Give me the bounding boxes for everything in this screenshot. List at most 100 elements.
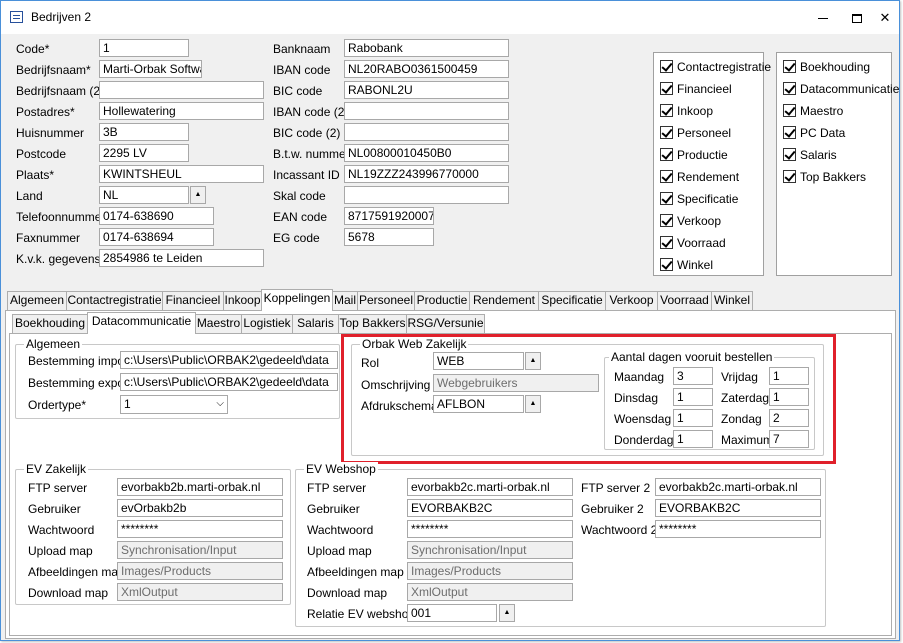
module-checkbox[interactable]: Personeel: [660, 126, 731, 142]
ordertype-dropdown[interactable]: 1 ⌵: [120, 395, 228, 414]
text-field[interactable]: 8717591920007: [344, 207, 434, 225]
bedrijven-window: Bedrijven 2 ✕ Code* 1 Bedrijfsnaam* Marti-O…: [0, 0, 900, 641]
tab-logistiek[interactable]: Logistiek: [241, 314, 293, 333]
field-label: BIC code: [273, 84, 323, 98]
ev-zakelijk-label: FTP server: [28, 481, 88, 495]
tab-specificatie[interactable]: Specificatie: [538, 291, 606, 310]
window-title: Bedrijven 2: [31, 10, 92, 24]
ev-webshop-field[interactable]: EVORBAKB2C: [655, 499, 821, 517]
tab-mail[interactable]: Mail: [332, 291, 358, 310]
module-checkbox[interactable]: Contactregistratie: [660, 60, 771, 76]
tab-inkoop[interactable]: Inkoop: [223, 291, 262, 310]
ev-webshop-field[interactable]: ********: [655, 520, 821, 538]
module-checkbox[interactable]: Maestro: [783, 104, 843, 120]
ev-webshop-field[interactable]: 001: [407, 604, 497, 622]
checkbox-checked-icon: [783, 148, 796, 161]
module-checkbox[interactable]: Inkoop: [660, 104, 713, 120]
field-label: Plaats*: [16, 168, 55, 182]
text-field[interactable]: Rabobank: [344, 39, 509, 57]
checkbox-checked-icon: [660, 192, 673, 205]
field-label: B.t.w. nummer: [273, 147, 350, 161]
text-field[interactable]: 1: [99, 39, 189, 57]
land-lookup-button[interactable]: ▲: [190, 186, 206, 204]
text-field[interactable]: KWINTSHEUL: [99, 165, 264, 183]
tab-salaris[interactable]: Salaris: [292, 314, 339, 333]
field-label: Faxnummer: [16, 231, 81, 245]
bestemming-export-field[interactable]: c:\Users\Public\ORBAK2\gedeeld\data: [120, 373, 338, 391]
module-checkbox[interactable]: Verkoop: [660, 214, 721, 230]
module-checkbox[interactable]: Specificatie: [660, 192, 738, 208]
module-checkbox[interactable]: PC Data: [783, 126, 845, 142]
tab-voorraad[interactable]: Voorraad: [657, 291, 712, 310]
ev-webshop-field[interactable]: evorbakb2c.marti-orbak.nl: [655, 478, 821, 496]
tab-algemeen[interactable]: Algemeen: [7, 291, 67, 310]
tab-verkoop[interactable]: Verkoop: [605, 291, 658, 310]
tab-boekhouding[interactable]: Boekhouding: [12, 314, 88, 333]
minimize-icon: [818, 18, 828, 20]
bestemming-export-label: Bestemming export: [28, 376, 132, 390]
module-label: Datacommunicatie: [800, 82, 900, 96]
text-field[interactable]: 3B: [99, 123, 189, 141]
minimize-button[interactable]: [809, 5, 837, 31]
tab-maestro[interactable]: Maestro: [195, 314, 242, 333]
module-checkbox[interactable]: Financieel: [660, 82, 732, 98]
ev-zakelijk-field[interactable]: evOrbakb2b: [117, 499, 283, 517]
module-label: Top Bakkers: [800, 170, 867, 184]
text-field[interactable]: NL: [99, 186, 189, 204]
tab-datacommunicatie[interactable]: Datacommunicatie: [87, 312, 196, 334]
module-checkbox[interactable]: Datacommunicatie: [783, 82, 899, 98]
text-field[interactable]: NL19ZZZ243996770000: [344, 165, 509, 183]
text-field[interactable]: [344, 102, 509, 120]
tab-financieel[interactable]: Financieel: [162, 291, 224, 310]
text-field[interactable]: [344, 186, 509, 204]
text-field[interactable]: 0174-638694: [99, 228, 214, 246]
close-button[interactable]: ✕: [871, 5, 899, 31]
ev-webshop-label: Relatie EV webshop: [307, 607, 416, 621]
text-field[interactable]: [344, 123, 509, 141]
checkbox-checked-icon: [660, 104, 673, 117]
tab-koppelingen[interactable]: Koppelingen: [261, 289, 333, 311]
text-field[interactable]: 0174-638690: [99, 207, 214, 225]
ev-zakelijk-field[interactable]: ********: [117, 520, 283, 538]
tab-contactregistratie[interactable]: Contactregistratie: [66, 291, 163, 310]
checkbox-checked-icon: [660, 148, 673, 161]
module-checkbox[interactable]: Rendement: [660, 170, 739, 186]
tab-rendement[interactable]: Rendement: [469, 291, 539, 310]
module-label: Maestro: [800, 104, 844, 118]
checkbox-checked-icon: [660, 60, 673, 73]
module-label: Verkoop: [677, 214, 722, 228]
text-field[interactable]: 2295 LV: [99, 144, 189, 162]
text-field[interactable]: 2854986 te Leiden: [99, 249, 264, 267]
relatie-lookup-button[interactable]: ▲: [499, 604, 515, 622]
text-field[interactable]: Hollewatering: [99, 102, 264, 120]
field-label: Huisnummer: [16, 126, 85, 140]
text-field[interactable]: [99, 81, 264, 99]
text-field[interactable]: Marti-Orbak Software: [99, 60, 202, 78]
tab-productie[interactable]: Productie: [414, 291, 470, 310]
tab-top-bakkers[interactable]: Top Bakkers: [338, 314, 407, 333]
module-checkbox[interactable]: Voorraad: [660, 236, 726, 252]
module-checkbox[interactable]: Winkel: [660, 258, 713, 274]
ev-zakelijk-label: Wachtwoord: [28, 523, 95, 537]
ev-webshop-field[interactable]: ********: [407, 520, 573, 538]
module-label: Personeel: [677, 126, 732, 140]
ev-zakelijk-field[interactable]: evorbakb2b.marti-orbak.nl: [117, 478, 283, 496]
text-field[interactable]: NL20RABO0361500459: [344, 60, 509, 78]
module-checkbox[interactable]: Boekhouding: [783, 60, 870, 76]
checkbox-checked-icon: [660, 170, 673, 183]
text-field[interactable]: NL00800010450B0: [344, 144, 509, 162]
text-field[interactable]: 5678: [344, 228, 434, 246]
ev-zakelijk-field: Images/Products: [117, 562, 283, 580]
tab-winkel[interactable]: Winkel: [711, 291, 753, 310]
module-checkbox[interactable]: Salaris: [783, 148, 837, 164]
module-checkbox[interactable]: Productie: [660, 148, 728, 164]
ev-webshop-field[interactable]: evorbakb2c.marti-orbak.nl: [407, 478, 573, 496]
maximize-button[interactable]: [843, 5, 871, 31]
module-checkbox[interactable]: Top Bakkers: [783, 170, 866, 186]
tab-personeel[interactable]: Personeel: [357, 291, 415, 310]
bestemming-import-field[interactable]: c:\Users\Public\ORBAK2\gedeeld\data: [120, 351, 338, 369]
ev-webshop-field[interactable]: EVORBAKB2C: [407, 499, 573, 517]
text-field[interactable]: RABONL2U: [344, 81, 509, 99]
tab-rsg-versunie[interactable]: RSG/Versunie: [406, 314, 485, 333]
checkbox-checked-icon: [783, 126, 796, 139]
